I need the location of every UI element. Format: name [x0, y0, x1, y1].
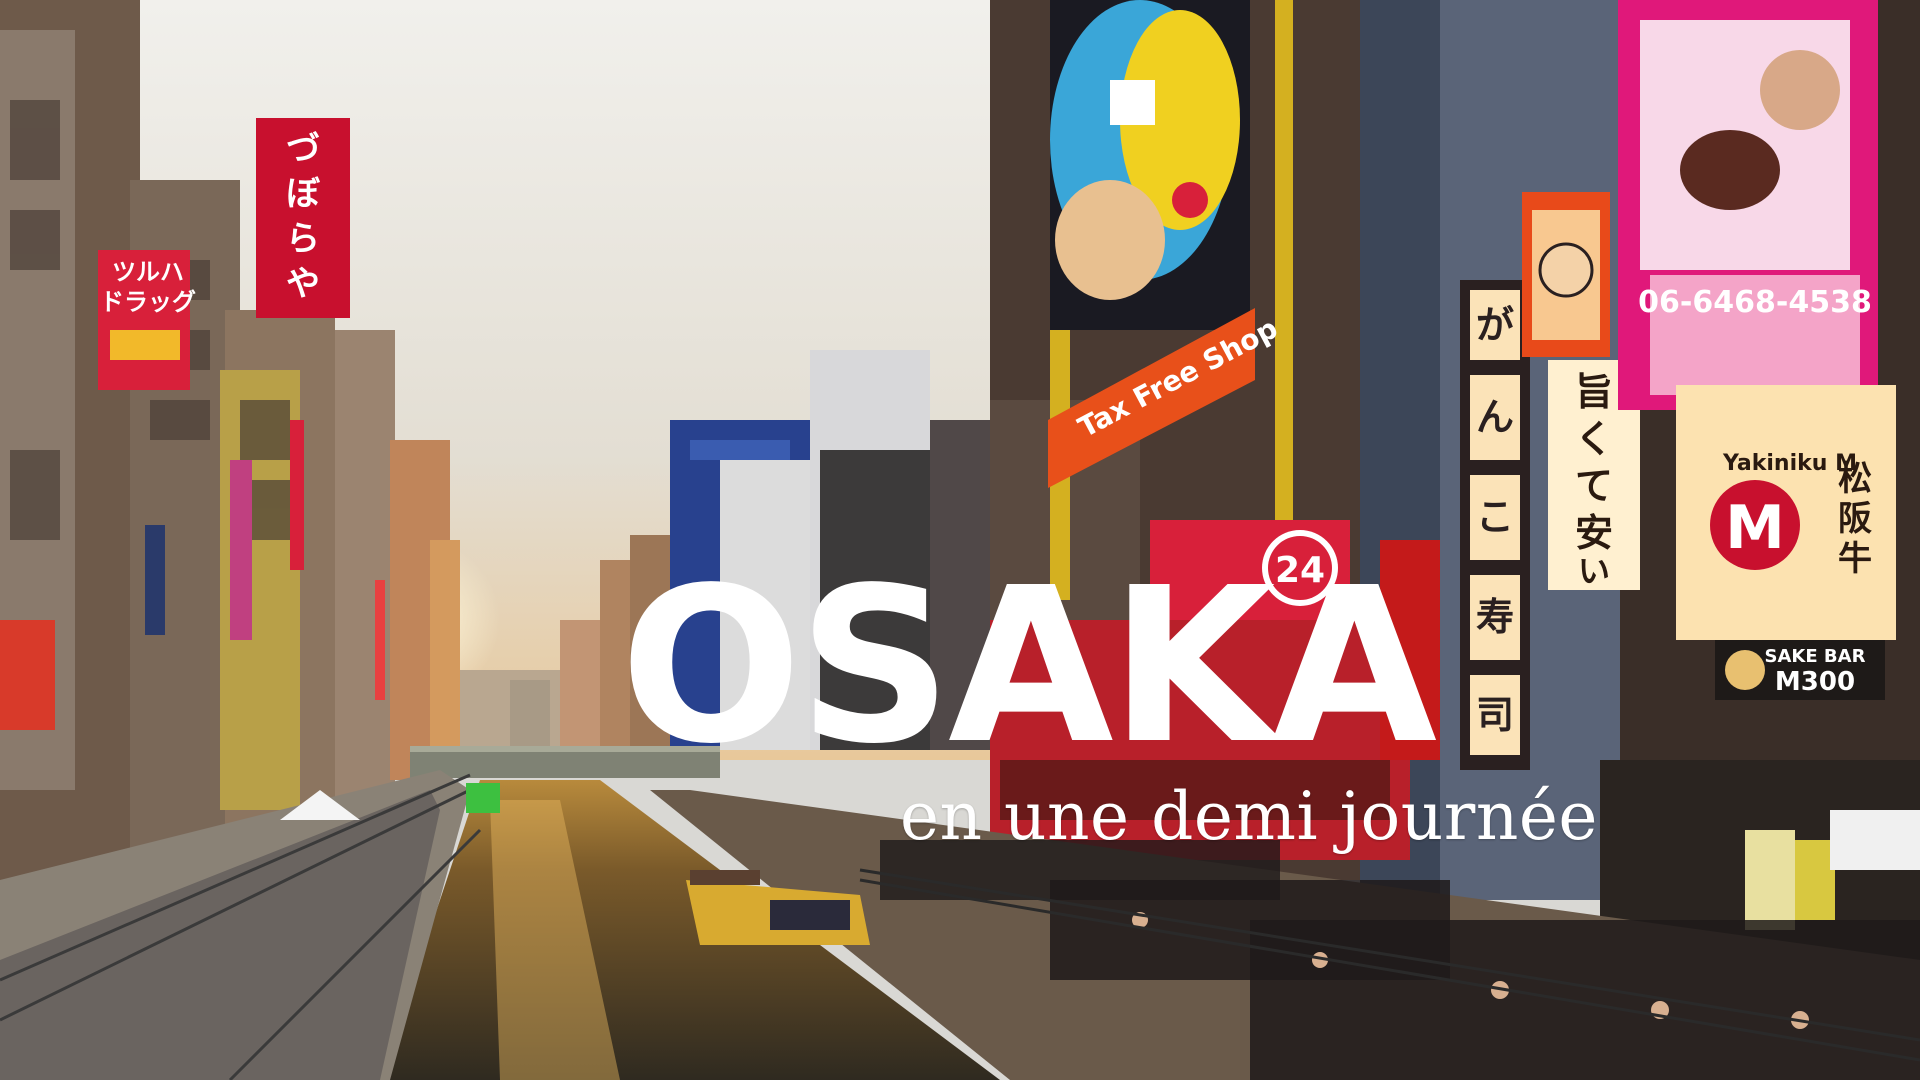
svg-text:て: て — [1575, 464, 1613, 508]
svg-text:M: M — [1725, 493, 1785, 563]
pink-billboard: 06-6468-4538 — [1618, 0, 1878, 410]
tsuruha-sign: ツルハ ドラッグ — [98, 250, 196, 390]
svg-text:が: が — [1476, 303, 1514, 347]
svg-text:く: く — [1575, 417, 1613, 461]
svg-text:ら: ら — [286, 219, 320, 259]
svg-text:ぼ: ぼ — [286, 174, 321, 214]
page-title: OSAKA — [620, 540, 1440, 791]
svg-text:司: 司 — [1476, 693, 1514, 737]
svg-text:SAKE BAR: SAKE BAR — [1765, 646, 1866, 667]
svg-text:旨: 旨 — [1575, 370, 1613, 414]
svg-text:い: い — [1578, 552, 1610, 590]
svg-text:松: 松 — [1838, 459, 1872, 499]
green-booth — [466, 783, 500, 813]
svg-text:Yakiniku M: Yakiniku M — [1722, 451, 1857, 476]
svg-text:ドラッグ: ドラッグ — [100, 288, 196, 316]
svg-text:ツルハ: ツルハ — [112, 258, 184, 286]
yakiniku-m-billboard: Yakiniku M M 松 阪 牛 — [1676, 385, 1896, 640]
svg-text:阪: 阪 — [1838, 499, 1872, 539]
ganko-face-logo — [1522, 192, 1610, 357]
svg-text:OSAKA: OSAKA — [620, 542, 1436, 791]
svg-text:06-6468-4538: 06-6468-4538 — [1638, 285, 1872, 320]
ganko-sushi-sign: が ん こ 寿 司 — [1460, 280, 1530, 770]
svg-text:牛: 牛 — [1838, 539, 1872, 579]
zuboraya-sign: づ ぼ ら や — [256, 118, 350, 318]
svg-text:ん: ん — [1476, 395, 1514, 439]
svg-text:M300: M300 — [1775, 667, 1855, 697]
page-subtitle: en une demi journée — [900, 778, 1598, 855]
sake-bar-sign: SAKE BAR M300 — [1715, 640, 1885, 700]
svg-text:こ: こ — [1476, 495, 1514, 539]
svg-text:安: 安 — [1575, 511, 1613, 555]
don-quijote-mascot — [1050, 0, 1250, 330]
svg-text:寿: 寿 — [1476, 595, 1514, 639]
svg-text:づ: づ — [286, 129, 320, 169]
svg-text:や: や — [286, 264, 320, 304]
